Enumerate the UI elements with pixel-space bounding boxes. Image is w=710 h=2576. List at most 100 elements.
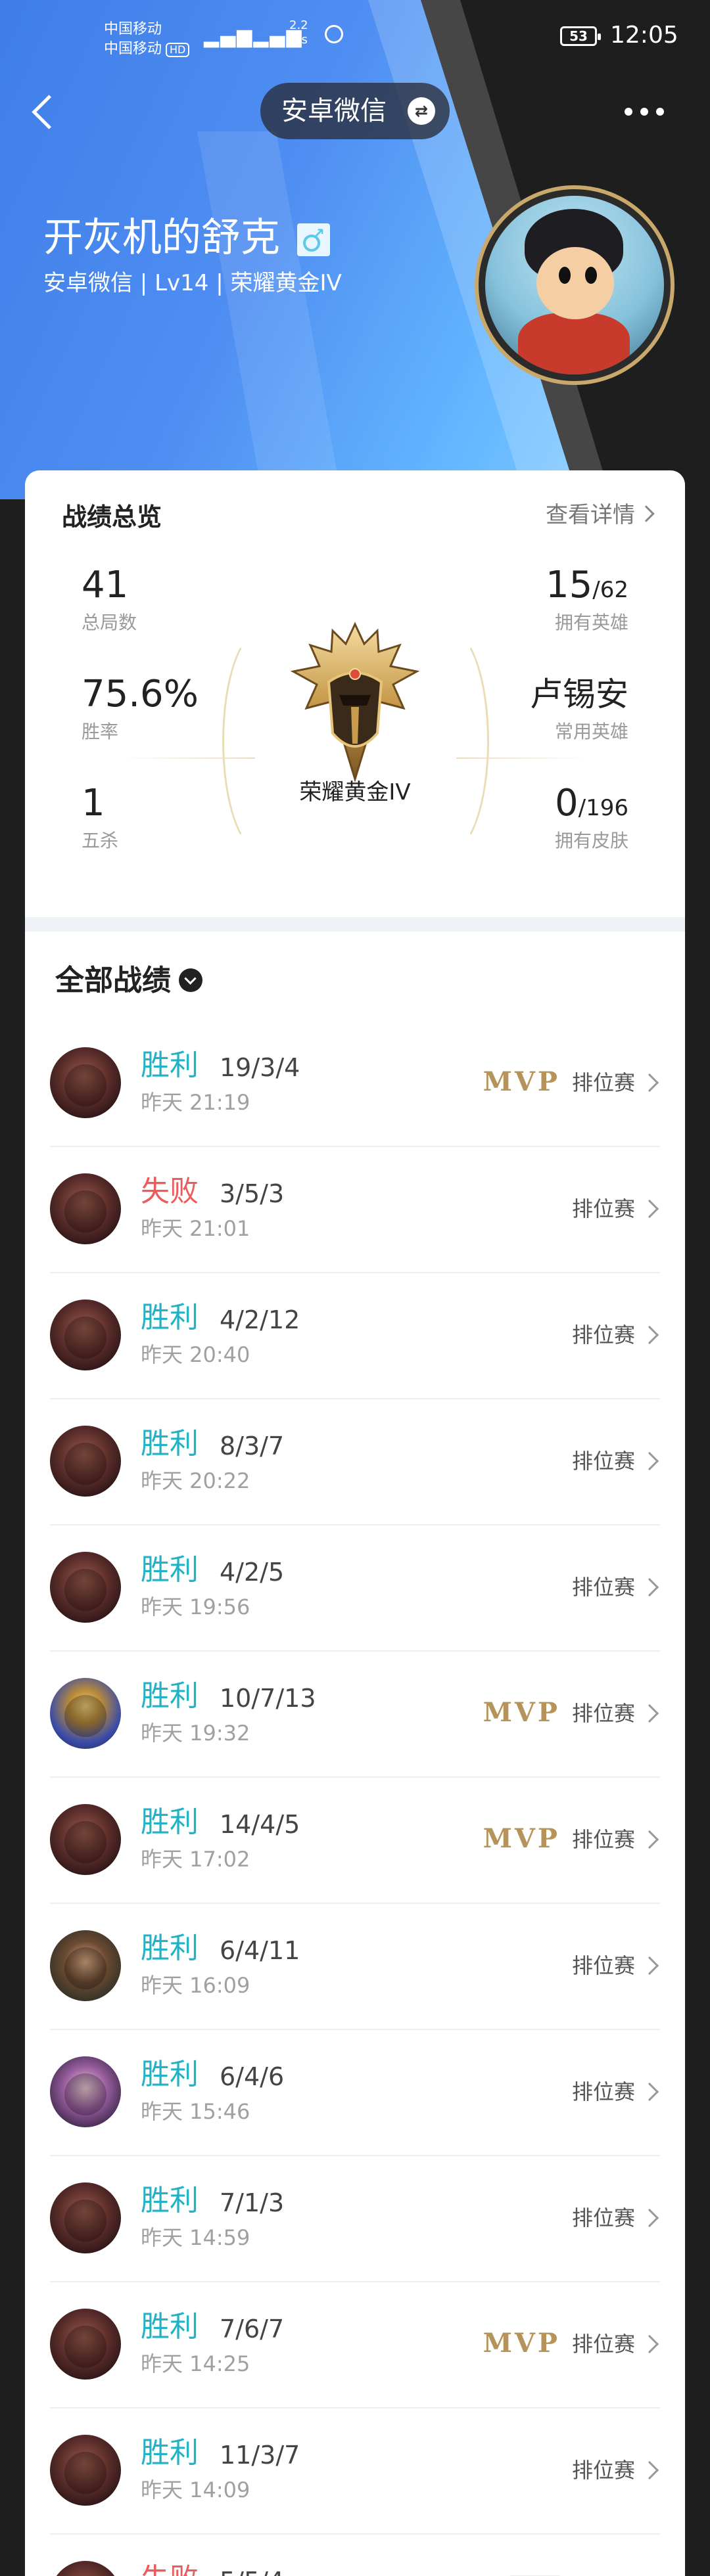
male-gender-icon	[297, 223, 330, 256]
player-meta: 安卓微信 | Lv14 | 荣耀黄金IV	[43, 270, 342, 296]
chevron-right-icon	[640, 1073, 659, 1093]
match-time: 昨天 14:59	[141, 2225, 250, 2250]
battery-icon: 53	[560, 26, 601, 46]
match-kda: 8/3/7	[220, 1432, 285, 1460]
match-kda: 3/5/3	[220, 1179, 285, 1208]
chevron-right-icon	[640, 1577, 659, 1597]
match-kda: 14/4/5	[220, 1810, 300, 1839]
match-row[interactable]: 胜利 14/4/5 昨天 17:02 MVP 排位赛	[50, 1778, 660, 1904]
match-row[interactable]: 胜利 8/3/7 昨天 20:22 排位赛	[50, 1399, 660, 1525]
hero-avatar	[50, 2309, 121, 2380]
match-row[interactable]: 胜利 6/4/11 昨天 16:09 排位赛	[50, 1904, 660, 2030]
match-mode: 排位赛	[571, 1322, 635, 1347]
account-switch-button[interactable]: 安卓微信 ⇄	[260, 83, 450, 139]
hero-avatar	[50, 2561, 121, 2576]
match-row[interactable]: 胜利 4/2/12 昨天 20:40 排位赛	[50, 1273, 660, 1399]
hd-badge: HD	[166, 43, 190, 57]
match-row[interactable]: 胜利 4/2/5 昨天 19:56 排位赛	[50, 1525, 660, 1652]
skins-owned-value: 0/196	[555, 782, 628, 825]
swap-icon: ⇄	[408, 97, 435, 125]
penta-kill-label: 五杀	[82, 830, 119, 851]
match-mode: 排位赛	[571, 2458, 635, 2483]
skins-owned-label: 拥有皮肤	[554, 830, 628, 851]
match-result: 胜利	[141, 2058, 199, 2091]
match-time: 昨天 19:32	[141, 1721, 250, 1746]
match-kda: 4/2/12	[220, 1305, 300, 1334]
match-kda: 6/4/11	[220, 1936, 300, 1965]
match-result: 胜利	[141, 1805, 199, 1839]
all-matches-title: 全部战绩	[55, 964, 171, 997]
hero-avatar	[50, 1930, 121, 2001]
match-kda: 7/1/3	[220, 2188, 285, 2217]
more-options-button[interactable]	[618, 99, 671, 125]
match-time: 昨天 17:02	[141, 1847, 250, 1872]
more-dot-icon	[656, 108, 664, 116]
match-result: 胜利	[141, 2184, 199, 2217]
common-hero-value: 卢锡安	[530, 675, 628, 713]
nfc-icon	[325, 25, 343, 43]
chevron-right-icon	[640, 2334, 659, 2354]
match-row[interactable]: 胜利 19/3/4 昨天 21:19 MVP 排位赛	[50, 1021, 660, 1147]
match-mode: 排位赛	[571, 1449, 635, 1474]
hero-avatar	[50, 2182, 121, 2253]
back-button[interactable]	[24, 85, 70, 138]
hero-avatar	[50, 1299, 121, 1370]
hero-avatar	[50, 1552, 121, 1623]
match-time: 昨天 21:01	[141, 1216, 250, 1241]
total-games-value: 41	[82, 564, 129, 606]
match-time: 昨天 20:40	[141, 1342, 250, 1367]
match-kda: 4/2/5	[220, 1558, 285, 1587]
all-matches-filter[interactable]: 全部战绩	[55, 957, 202, 999]
match-row[interactable]: 胜利 11/3/7 昨天 14:09 排位赛	[50, 2408, 660, 2535]
mvp-badge: MVP	[483, 1697, 560, 1728]
match-mode: 排位赛	[571, 1196, 635, 1221]
stats-card: 战绩总览 查看详情 41 总局数 75.6% 胜率 1 五杀 15/62 拥有英…	[25, 470, 685, 2576]
match-mode: 排位赛	[571, 1701, 635, 1726]
overview-title: 战绩总览	[62, 503, 162, 531]
decor-curve	[410, 629, 489, 853]
signal-icon: ▂▄▆▂▄▆	[204, 25, 303, 48]
match-row[interactable]: 失败 3/5/3 昨天 21:01 排位赛	[50, 1147, 660, 1273]
match-result: 胜利	[141, 2310, 199, 2343]
match-result: 胜利	[141, 2436, 199, 2470]
match-kda: 10/7/13	[220, 1684, 316, 1713]
rank-emblem-icon	[290, 621, 420, 782]
match-result: 失败	[141, 2561, 199, 2576]
hero-avatar	[50, 1173, 121, 1244]
hero-avatar	[50, 1047, 121, 1118]
match-time: 昨天 14:25	[141, 2351, 250, 2376]
match-mode: 排位赛	[571, 1953, 635, 1978]
match-result: 胜利	[141, 1553, 199, 1587]
match-row[interactable]: 失败5/5/4排位赛	[50, 2535, 660, 2576]
chevron-right-icon	[640, 1199, 659, 1219]
match-kda: 11/3/7	[220, 2441, 300, 2470]
match-kda: 6/4/6	[220, 2062, 285, 2091]
match-mode: 排位赛	[571, 2205, 635, 2230]
match-result: 胜利	[141, 1679, 199, 1713]
profile-header: 中国移动 中国移动 HD ▂▄▆▂▄▆ 2.2 K/s 53 12:05 安卓微信…	[0, 0, 710, 499]
mvp-badge: MVP	[483, 1823, 560, 1854]
match-row[interactable]: 胜利 7/6/7 昨天 14:25 MVP 排位赛	[50, 2282, 660, 2408]
chevron-right-icon	[640, 1704, 659, 1723]
match-kda: 7/6/7	[220, 2315, 285, 2343]
match-row[interactable]: 胜利 6/4/6 昨天 15:46 排位赛	[50, 2030, 660, 2156]
view-details-link[interactable]: 查看详情	[546, 497, 655, 529]
chevron-right-icon	[640, 1451, 659, 1471]
player-avatar[interactable]	[475, 185, 674, 385]
dropdown-icon	[179, 968, 202, 992]
match-row[interactable]: 胜利 10/7/13 昨天 19:32 MVP 排位赛	[50, 1652, 660, 1778]
match-mode: 排位赛	[571, 1575, 635, 1600]
match-mode: 排位赛	[571, 2332, 635, 2357]
heroes-owned-label: 拥有英雄	[554, 612, 628, 633]
mvp-badge: MVP	[483, 1066, 560, 1097]
carrier-1: 中国移动	[104, 21, 162, 37]
match-time: 昨天 15:46	[141, 2099, 250, 2124]
more-dot-icon	[640, 108, 648, 116]
match-row[interactable]: 胜利 7/1/3 昨天 14:59 排位赛	[50, 2156, 660, 2282]
chevron-right-icon	[640, 2082, 659, 2102]
status-bar: 中国移动 中国移动 HD ▂▄▆▂▄▆ 2.2 K/s 53 12:05	[0, 14, 710, 60]
match-result: 胜利	[141, 1932, 199, 1965]
match-mode: 排位赛	[571, 1827, 635, 1852]
win-rate-label: 胜率	[82, 721, 119, 742]
more-dot-icon	[625, 108, 632, 116]
